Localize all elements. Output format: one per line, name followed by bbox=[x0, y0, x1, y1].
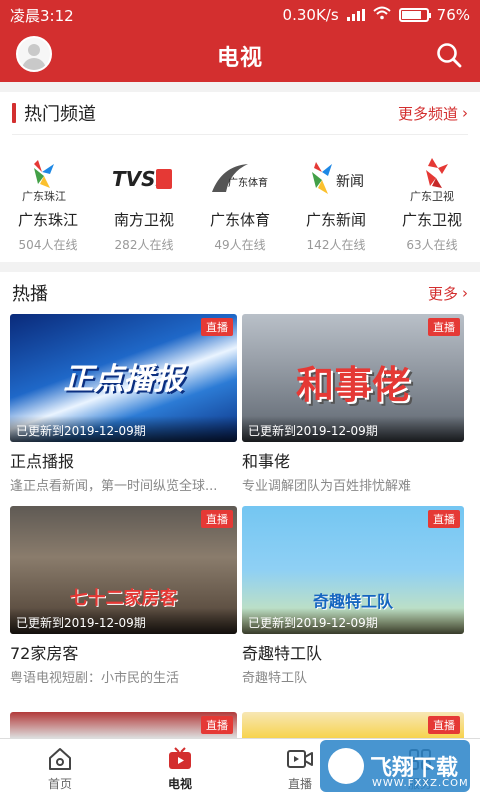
program-row-partial: 直播 直播 bbox=[0, 712, 480, 738]
channel-online-count: 282人在线 bbox=[114, 238, 174, 252]
program-desc: 专业调解团队为百姓排忧解难 bbox=[242, 479, 412, 494]
program-card[interactable]: 七十二家房客 直播 已更新到2019-12-09期 72家房客 粤语电视短剧：小… bbox=[10, 506, 237, 686]
live-badge: 直播 bbox=[428, 716, 460, 734]
search-icon[interactable] bbox=[436, 42, 462, 68]
tab-home[interactable]: 首页 bbox=[0, 739, 120, 800]
top-bar: 凌晨3:12 0.30K/s 76% 电视 bbox=[0, 0, 480, 82]
program-thumbnail[interactable]: 直播 bbox=[10, 712, 237, 738]
update-label: 已更新到2019-12-09期 bbox=[10, 416, 237, 442]
update-label: 已更新到2019-12-09期 bbox=[242, 416, 464, 442]
program-thumbnail[interactable]: 直播 bbox=[242, 712, 464, 738]
svg-text:新闻: 新闻 bbox=[336, 174, 364, 190]
app-header: 电视 bbox=[0, 30, 480, 82]
channel-item[interactable]: 广东珠江 广东珠江 504人在线 bbox=[1, 151, 95, 253]
channel-logo-gdty: 广东体育 bbox=[193, 151, 287, 207]
program-title: 正点播报 bbox=[10, 452, 75, 471]
thumbnail-title-art: 和事佬 bbox=[295, 363, 410, 407]
update-label: 已更新到2019-12-09期 bbox=[10, 608, 237, 634]
program-thumbnail[interactable]: 正点播报 直播 已更新到2019-12-09期 bbox=[10, 314, 237, 442]
live-badge: 直播 bbox=[428, 318, 460, 336]
live-badge: 直播 bbox=[201, 318, 233, 336]
section-accent-bar bbox=[12, 103, 16, 123]
channel-name: 广东新闻 bbox=[305, 211, 366, 229]
program-desc: 奇趣特工队 bbox=[242, 671, 308, 686]
update-label: 已更新到2019-12-09期 bbox=[242, 608, 464, 634]
channel-online-count: 504人在线 bbox=[18, 238, 78, 252]
channel-list: 广东珠江 广东珠江 504人在线 TVS2 南方卫视 282人在线 广东体育 广… bbox=[0, 135, 480, 253]
chevron-right-icon: › bbox=[462, 104, 468, 122]
signal-icon bbox=[346, 9, 365, 21]
program-title: 奇趣特工队 bbox=[242, 644, 323, 663]
watermark: 飞翔下载 WWW.FXXZ.COM bbox=[320, 740, 470, 792]
wifi-icon bbox=[372, 6, 391, 24]
svg-text:广东卫视: 广东卫视 bbox=[410, 189, 454, 203]
program-card[interactable]: 正点播报 直播 已更新到2019-12-09期 正点播报 逢正点看新闻，第一时间… bbox=[10, 314, 237, 494]
live-badge: 直播 bbox=[201, 716, 233, 734]
program-thumbnail[interactable]: 和事佬 直播 已更新到2019-12-09期 bbox=[242, 314, 464, 442]
tab-tv[interactable]: 电视 bbox=[120, 739, 240, 800]
channel-item[interactable]: 广东体育 广东体育 49人在线 bbox=[193, 151, 287, 253]
program-grid: 正点播报 直播 已更新到2019-12-09期 正点播报 逢正点看新闻，第一时间… bbox=[0, 314, 480, 698]
status-time: 凌晨3:12 bbox=[10, 6, 74, 25]
section-title: 热门频道 bbox=[24, 104, 96, 125]
video-icon bbox=[287, 750, 313, 768]
channel-logo-tvs2: TVS2 bbox=[97, 151, 191, 207]
channel-online-count: 63人在线 bbox=[406, 238, 458, 252]
channel-logo-gdzj: 广东珠江 bbox=[1, 151, 95, 207]
program-thumbnail[interactable]: 七十二家房客 直播 已更新到2019-12-09期 bbox=[10, 506, 237, 634]
channel-item[interactable]: 新闻 广东新闻 142人在线 bbox=[289, 151, 383, 253]
section-title: 热播 bbox=[12, 284, 48, 305]
live-badge: 直播 bbox=[201, 510, 233, 528]
program-desc: 逢正点看新闻，第一时间纵览全球... bbox=[10, 479, 218, 494]
program-title: 和事佬 bbox=[242, 452, 291, 471]
live-badge: 直播 bbox=[428, 510, 460, 528]
program-desc: 粤语电视短剧：小市民的生活 bbox=[10, 671, 180, 686]
avatar[interactable] bbox=[16, 36, 52, 72]
program-card[interactable]: 奇趣特工队 直播 已更新到2019-12-09期 奇趣特工队 奇趣特工队 bbox=[242, 506, 464, 686]
channel-name: 南方卫视 bbox=[113, 211, 174, 229]
tv-icon bbox=[169, 747, 191, 769]
thumbnail-title-art: 正点播报 bbox=[63, 362, 184, 397]
program-title: 72家房客 bbox=[10, 644, 79, 663]
channel-online-count: 49人在线 bbox=[214, 238, 266, 252]
chevron-right-icon: › bbox=[462, 284, 468, 302]
status-bar: 凌晨3:12 0.30K/s 76% bbox=[0, 0, 480, 30]
more-channels-link[interactable]: 更多频道 › bbox=[398, 103, 468, 124]
channel-online-count: 142人在线 bbox=[306, 238, 366, 252]
page-title: 电视 bbox=[216, 46, 263, 71]
more-link[interactable]: 更多 › bbox=[428, 283, 468, 304]
svg-text:广东珠江: 广东珠江 bbox=[22, 189, 66, 203]
hot-play-section: 热播 更多 › 正点播报 直播 已更新到2019-12-09期 正点播报 逢正点… bbox=[0, 272, 480, 732]
channel-item[interactable]: 广东卫视 广东卫视 63人在线 bbox=[385, 151, 479, 253]
channel-name: 广东体育 bbox=[209, 211, 270, 229]
thumbnail-title-art: 七十二家房客 bbox=[69, 588, 178, 609]
network-speed: 0.30K/s bbox=[282, 6, 339, 24]
home-icon bbox=[49, 748, 71, 770]
battery-level: 76% bbox=[436, 6, 470, 24]
program-thumbnail[interactable]: 奇趣特工队 直播 已更新到2019-12-09期 bbox=[242, 506, 464, 634]
program-card[interactable]: 和事佬 直播 已更新到2019-12-09期 和事佬 专业调解团队为百姓排忧解难 bbox=[242, 314, 464, 494]
channel-name: 广东卫视 bbox=[401, 211, 462, 229]
channel-logo-gdxw: 新闻 bbox=[289, 151, 383, 207]
battery-icon bbox=[398, 8, 431, 22]
watermark-logo bbox=[328, 748, 364, 784]
hot-channels-section: 热门频道 更多频道 › 广东珠江 广东珠江 504人在线 TVS2 南方卫视 2… bbox=[0, 92, 480, 262]
channel-item[interactable]: TVS2 南方卫视 282人在线 bbox=[97, 151, 191, 253]
svg-text:广东体育: 广东体育 bbox=[228, 176, 268, 189]
channel-logo-gdws: 广东卫视 bbox=[385, 151, 479, 207]
channel-name: 广东珠江 bbox=[17, 211, 78, 229]
